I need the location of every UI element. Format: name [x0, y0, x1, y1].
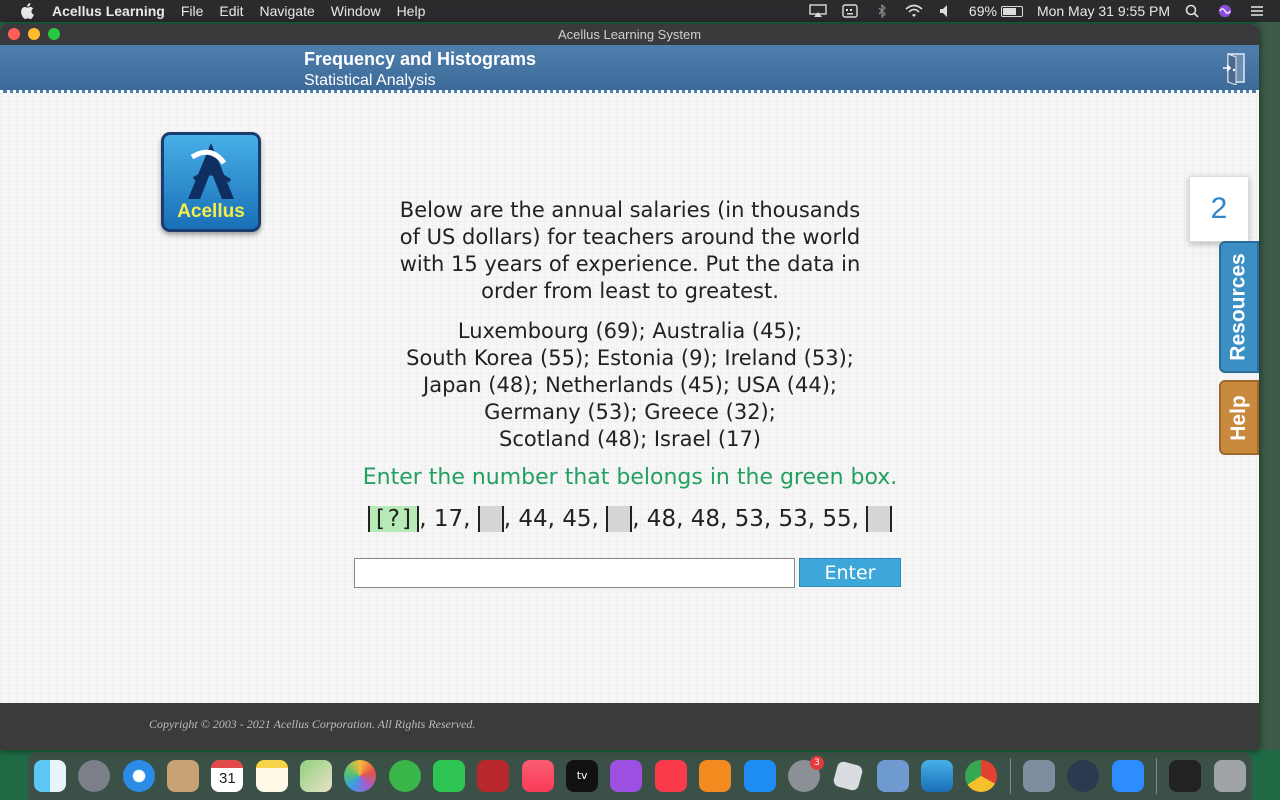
trash-icon[interactable] [1213, 760, 1246, 792]
window-title: Acellus Learning System [557, 27, 702, 42]
menu-file[interactable]: File [181, 3, 204, 19]
menu-edit[interactable]: Edit [219, 3, 243, 19]
keyboard-icon[interactable] [841, 4, 859, 18]
green-box-text: [?] [372, 506, 415, 532]
logo-text: Acellus [177, 201, 245, 222]
roblox-icon[interactable] [832, 760, 864, 792]
airplay-icon[interactable] [809, 4, 827, 18]
dock-separator [1009, 758, 1011, 794]
system-preferences-icon[interactable]: 3 [787, 756, 824, 792]
help-tab[interactable]: Help [1219, 380, 1259, 455]
calendar-day: 31 [219, 770, 236, 787]
app-window: Acellus Learning System Frequency and Hi… [0, 24, 1259, 750]
prompt-line: with 15 years of experience. Put the dat… [399, 252, 861, 276]
app-menu[interactable]: Acellus Learning [52, 3, 165, 19]
launchpad-icon[interactable] [78, 760, 111, 792]
battery-percent: 69% [968, 3, 997, 19]
zoom-icon[interactable] [1111, 760, 1144, 792]
data-line: Luxembourg (69); Australia (45); [457, 319, 803, 343]
terminal-icon[interactable] [1169, 760, 1202, 792]
footer: Copyright © 2003 - 2021 Acellus Corporat… [0, 703, 1259, 750]
clock[interactable]: Mon May 31 9:55 PM [1037, 3, 1170, 19]
calendar-icon[interactable]: 31 [211, 760, 244, 792]
exit-door-icon[interactable] [1222, 51, 1248, 85]
sequence-text: , 48, 48, 53, 53, 55, [632, 506, 867, 532]
wifi-icon[interactable] [905, 4, 923, 18]
settings-badge: 3 [809, 756, 824, 770]
resources-tab[interactable]: Resources [1219, 241, 1259, 373]
page-number: 2 [1189, 176, 1249, 242]
green-answer-box: [?] [367, 506, 420, 532]
course-unit-title: Statistical Analysis [304, 72, 436, 89]
finder-icon[interactable] [34, 760, 66, 792]
lesson-title: Frequency and Histograms [304, 49, 537, 69]
salary-data: Luxembourg (69); Australia (45); South K… [390, 318, 870, 453]
blank-box [866, 506, 893, 532]
help-tab-label: Help [1227, 394, 1251, 441]
sequence-text: , 44, 45, [503, 506, 607, 532]
lesson-content: Acellus 2 Resources Help Below are the a… [0, 93, 1259, 703]
data-line: South Korea (55); Estonia (9); Ireland (… [406, 346, 854, 370]
acellus-logo: Acellus [161, 132, 261, 232]
acellus-icon[interactable] [920, 760, 953, 792]
lesson-header: Frequency and Histograms Statistical Ana… [0, 45, 1259, 93]
siri-icon[interactable] [1216, 4, 1234, 18]
blank-box [477, 506, 504, 532]
data-line: Germany (53); Greece (32); [484, 400, 776, 424]
music-icon[interactable] [521, 760, 554, 792]
close-window-button[interactable] [8, 28, 20, 40]
photos-icon[interactable] [344, 760, 377, 792]
notes-icon[interactable] [255, 760, 288, 792]
photo-booth-icon[interactable] [477, 760, 510, 792]
contacts-icon[interactable] [167, 760, 200, 792]
battery-icon [1000, 5, 1023, 17]
menu-navigate[interactable]: Navigate [260, 3, 315, 19]
news-icon[interactable] [654, 760, 687, 792]
copyright-text: Copyright © 2003 - 2021 Acellus Corporat… [149, 717, 476, 731]
status-area: 69% Mon May 31 9:55 PM [809, 0, 1280, 22]
safari-icon[interactable] [122, 760, 155, 792]
question-prompt: Below are the annual salaries (in thousa… [390, 197, 870, 305]
app-store-icon[interactable] [743, 760, 776, 792]
volume-icon[interactable] [937, 4, 955, 18]
sequence-text: , 17, [419, 506, 478, 532]
quicktime-icon[interactable] [1067, 760, 1100, 792]
messages-icon[interactable] [388, 760, 421, 792]
dock-separator [1155, 758, 1157, 794]
control-center-icon[interactable] [1248, 4, 1266, 18]
ordered-sequence: [?] , 17, , 44, 45, , 48, 48, 53, 53, 55… [340, 506, 920, 532]
menu-help[interactable]: Help [397, 3, 426, 19]
zoom-window-button[interactable] [48, 28, 60, 40]
data-line: Japan (48); Netherlands (45); USA (44); [423, 373, 837, 397]
answer-input[interactable] [354, 558, 795, 588]
maps-icon[interactable] [300, 760, 333, 792]
menu-window[interactable]: Window [331, 3, 381, 19]
instruction-text: Enter the number that belongs in the gre… [362, 465, 898, 490]
podcasts-icon[interactable] [610, 760, 643, 792]
prompt-line: of US dollars) for teachers around the w… [399, 225, 861, 249]
prompt-line: Below are the annual salaries (in thousa… [399, 198, 861, 222]
desktop-background [1259, 22, 1280, 750]
prompt-line: order from least to greatest. [481, 279, 779, 303]
window-controls [8, 28, 60, 40]
books-icon[interactable] [699, 760, 732, 792]
enter-button[interactable]: Enter [799, 558, 901, 587]
image-capture-icon[interactable] [1022, 760, 1055, 792]
blank-box [606, 506, 633, 532]
spotlight-search-icon[interactable] [1184, 4, 1202, 18]
bluetooth-icon[interactable] [873, 4, 891, 18]
apple-menu-icon[interactable] [20, 3, 34, 19]
minimize-window-button[interactable] [28, 28, 40, 40]
tv-icon[interactable]: tv [566, 760, 599, 792]
window-titlebar[interactable]: Acellus Learning System [0, 24, 1259, 45]
data-line: Scotland (48); Israel (17) [498, 427, 761, 451]
dock: 31 tv 3 [28, 752, 1252, 800]
menu-bar: Acellus Learning File Edit Navigate Wind… [0, 0, 1280, 22]
resources-tab-label: Resources [1227, 253, 1251, 361]
facetime-icon[interactable] [433, 760, 466, 792]
battery-indicator[interactable]: 69% [969, 3, 1023, 19]
acellus-a-icon [188, 143, 234, 199]
chrome-icon[interactable] [965, 760, 998, 792]
preview-icon[interactable] [876, 760, 909, 792]
